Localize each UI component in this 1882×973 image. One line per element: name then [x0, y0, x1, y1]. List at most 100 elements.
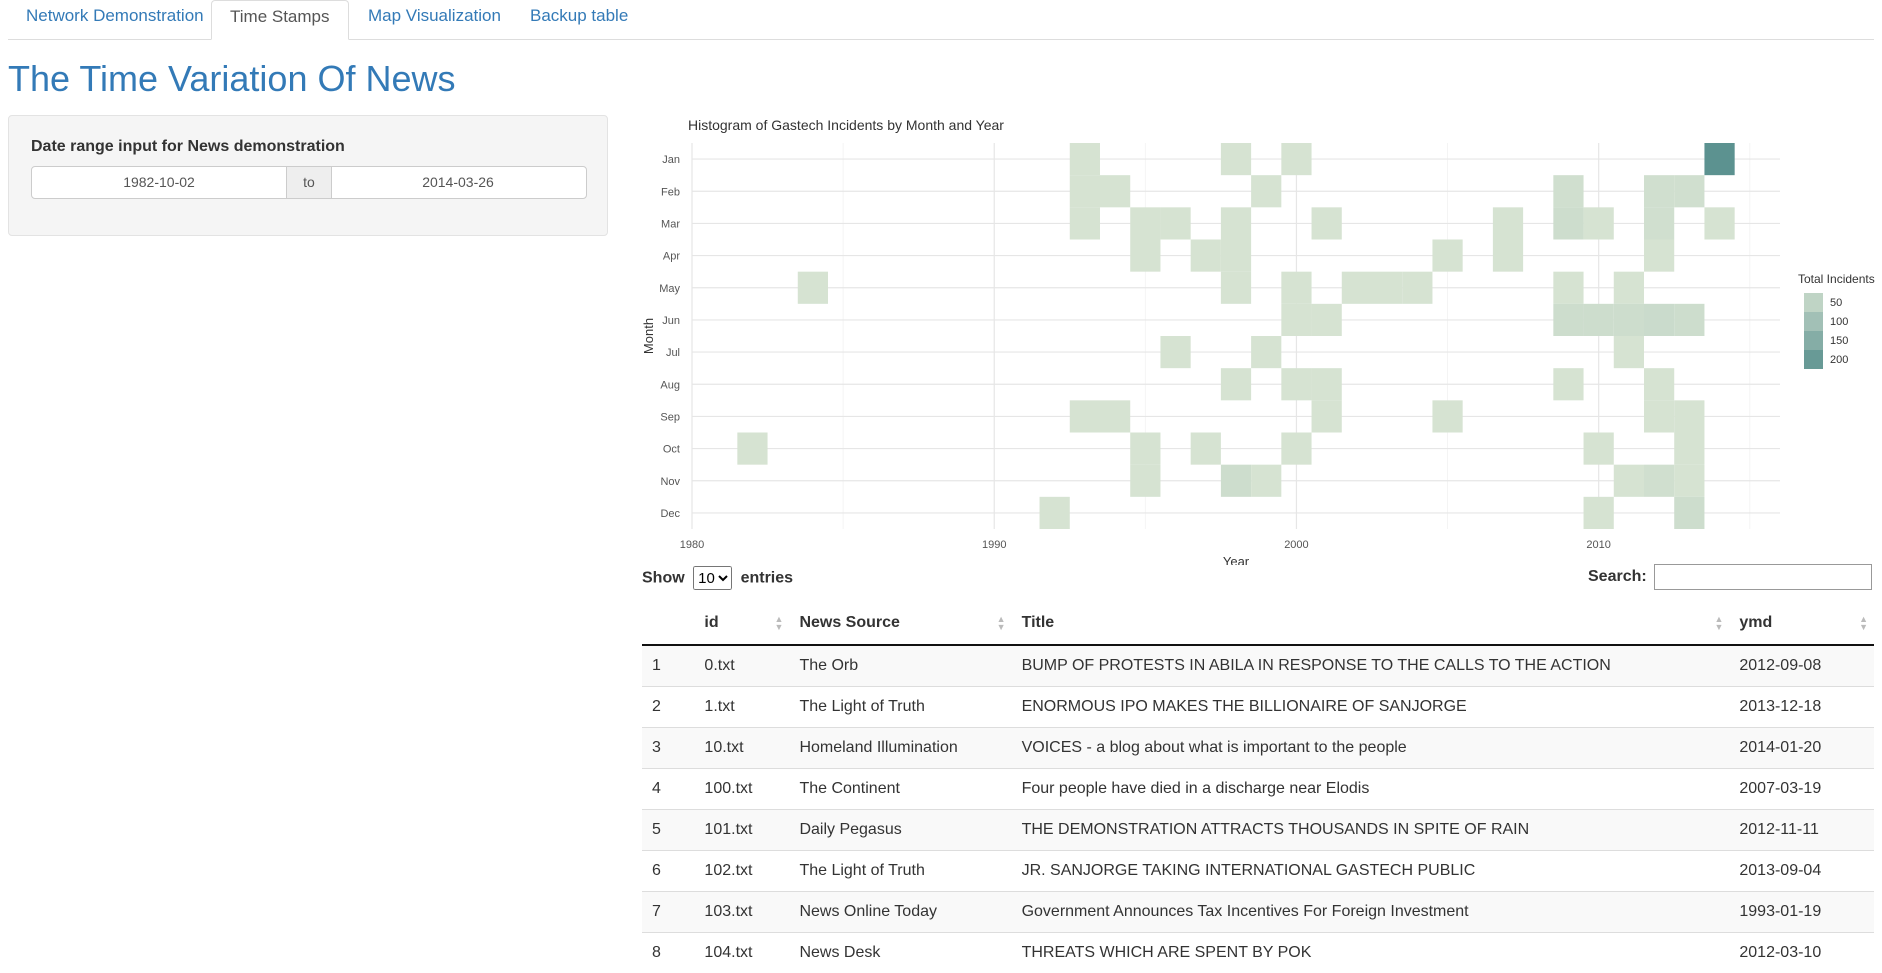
heatmap-cell [798, 272, 828, 304]
y-tick-label: Feb [661, 186, 680, 198]
table-cell: 2 [642, 687, 694, 728]
heatmap-cell [1614, 272, 1644, 304]
heatmap-cell [1614, 304, 1644, 336]
column-header[interactable]: ymd▲▼ [1729, 602, 1874, 645]
column-header-label: News Source [799, 614, 899, 631]
legend-title: Total Incidents [1798, 272, 1875, 286]
tab-network-demonstration[interactable]: Network Demonstration [8, 0, 222, 39]
heatmap-cell [1704, 143, 1734, 175]
date-range-input: 1982-10-02 to 2014-03-26 [31, 166, 587, 199]
heatmap-cell [1221, 240, 1251, 272]
heatmap-cell [1251, 175, 1281, 207]
page-length-select[interactable]: 10 [693, 566, 732, 590]
heatmap-cell [1221, 143, 1251, 175]
heatmap-cell [1221, 207, 1251, 239]
table-cell: News Desk [789, 933, 1011, 973]
heatmap-cell [1553, 304, 1583, 336]
legend-label: 150 [1830, 335, 1848, 347]
heatmap-cell [1312, 304, 1342, 336]
table-cell: The Light of Truth [789, 851, 1011, 892]
heatmap-cell [1191, 433, 1221, 465]
heatmap-cell [1432, 240, 1462, 272]
heatmap-cell [1070, 175, 1100, 207]
table-cell: 104.txt [694, 933, 789, 973]
tab-backup-table[interactable]: Backup table [512, 0, 646, 39]
table-cell: The Continent [789, 769, 1011, 810]
column-header[interactable]: Title ▲▼ [1012, 602, 1730, 645]
y-tick-label: Aug [660, 379, 680, 391]
search-input[interactable] [1654, 564, 1872, 590]
table-cell: 100.txt [694, 769, 789, 810]
heatmap-cell [1251, 336, 1281, 368]
tab-time-stamps[interactable]: Time Stamps [211, 0, 349, 40]
x-axis-title: Year [1223, 554, 1250, 565]
table-cell: Government Announces Tax Incentives For … [1012, 892, 1730, 933]
table-cell: News Online Today [789, 892, 1011, 933]
table-row[interactable]: 7103.txtNews Online TodayGovernment Anno… [642, 892, 1874, 933]
show-label: Show [642, 570, 685, 587]
table-cell: JR. SANJORGE TAKING INTERNATIONAL GASTEC… [1012, 851, 1730, 892]
heatmap-cell [1160, 336, 1190, 368]
heatmap-cell [1493, 207, 1523, 239]
chart-title: Histogram of Gastech Incidents by Month … [688, 117, 1004, 133]
y-axis-title: Month [641, 318, 656, 354]
heatmap-cell [1251, 465, 1281, 497]
table-cell: 103.txt [694, 892, 789, 933]
column-header-label: id [704, 614, 718, 631]
heatmap-cell [1584, 497, 1614, 529]
table-cell: THE DEMONSTRATION ATTRACTS THOUSANDS IN … [1012, 810, 1730, 851]
heatmap-cell [1130, 465, 1160, 497]
heatmap-cell [1070, 207, 1100, 239]
sort-arrows-icon: ▲▼ [997, 615, 1006, 631]
y-tick-label: Mar [661, 218, 680, 230]
table-row[interactable]: 21.txtThe Light of TruthENORMOUS IPO MAK… [642, 687, 1874, 728]
column-header-label: Title [1022, 614, 1055, 631]
heatmap-cell [1191, 240, 1221, 272]
heatmap-cell [1100, 175, 1130, 207]
date-range-label: Date range input for News demonstration [31, 138, 345, 156]
column-header [642, 602, 694, 645]
table-body: 10.txtThe OrbBUMP OF PROTESTS IN ABILA I… [642, 645, 1874, 973]
column-header[interactable]: id ▲▼ [694, 602, 789, 645]
table-cell: 1993-01-19 [1729, 892, 1874, 933]
column-header[interactable]: News Source ▲▼ [789, 602, 1011, 645]
legend-key [1804, 312, 1823, 331]
sort-arrows-icon: ▲▼ [1859, 615, 1868, 631]
heatmap-cell [1674, 497, 1704, 529]
heatmap-cell [1644, 304, 1674, 336]
table-row[interactable]: 4100.txtThe ContinentFour people have di… [642, 769, 1874, 810]
table-cell: 3 [642, 728, 694, 769]
table-row[interactable]: 6102.txtThe Light of TruthJR. SANJORGE T… [642, 851, 1874, 892]
legend-key [1804, 350, 1823, 369]
end-date-input[interactable]: 2014-03-26 [330, 167, 586, 198]
heatmap-cell [1553, 207, 1583, 239]
sort-arrows-icon: ▲▼ [1714, 615, 1723, 631]
sort-arrows-icon: ▲▼ [775, 615, 784, 631]
table-cell: 2012-09-08 [1729, 645, 1874, 687]
table-cell: Homeland Illumination [789, 728, 1011, 769]
start-date-input[interactable]: 1982-10-02 [32, 167, 286, 198]
tab-map-visualization[interactable]: Map Visualization [350, 0, 519, 39]
table-cell: 6 [642, 851, 694, 892]
heatmap-cell [1130, 433, 1160, 465]
heatmap-cell [1402, 272, 1432, 304]
table-row[interactable]: 310.txtHomeland IlluminationVOICES - a b… [642, 728, 1874, 769]
table-row[interactable]: 10.txtThe OrbBUMP OF PROTESTS IN ABILA I… [642, 645, 1874, 687]
table-row[interactable]: 8104.txtNews DeskTHREATS WHICH ARE SPENT… [642, 933, 1874, 973]
heatmap-cell [1644, 465, 1674, 497]
table-row[interactable]: 5101.txtDaily PegasusTHE DEMONSTRATION A… [642, 810, 1874, 851]
y-tick-label: Jun [662, 315, 680, 327]
heatmap-cell [1221, 368, 1251, 400]
heatmap-cell [1674, 175, 1704, 207]
y-tick-label: Oct [663, 444, 680, 456]
heatmap-cell [1674, 465, 1704, 497]
table-header-row: id▲▼News Source▲▼Title▲▼ymd▲▼ [642, 602, 1874, 645]
x-tick-label: 2000 [1284, 539, 1308, 551]
table-cell: The Light of Truth [789, 687, 1011, 728]
table-cell: VOICES - a blog about what is important … [1012, 728, 1730, 769]
heatmap-cell [1312, 368, 1342, 400]
table-cell: 2013-12-18 [1729, 687, 1874, 728]
heatmap-cell [1130, 207, 1160, 239]
table-cell: 2007-03-19 [1729, 769, 1874, 810]
y-tick-label: Dec [660, 508, 680, 520]
